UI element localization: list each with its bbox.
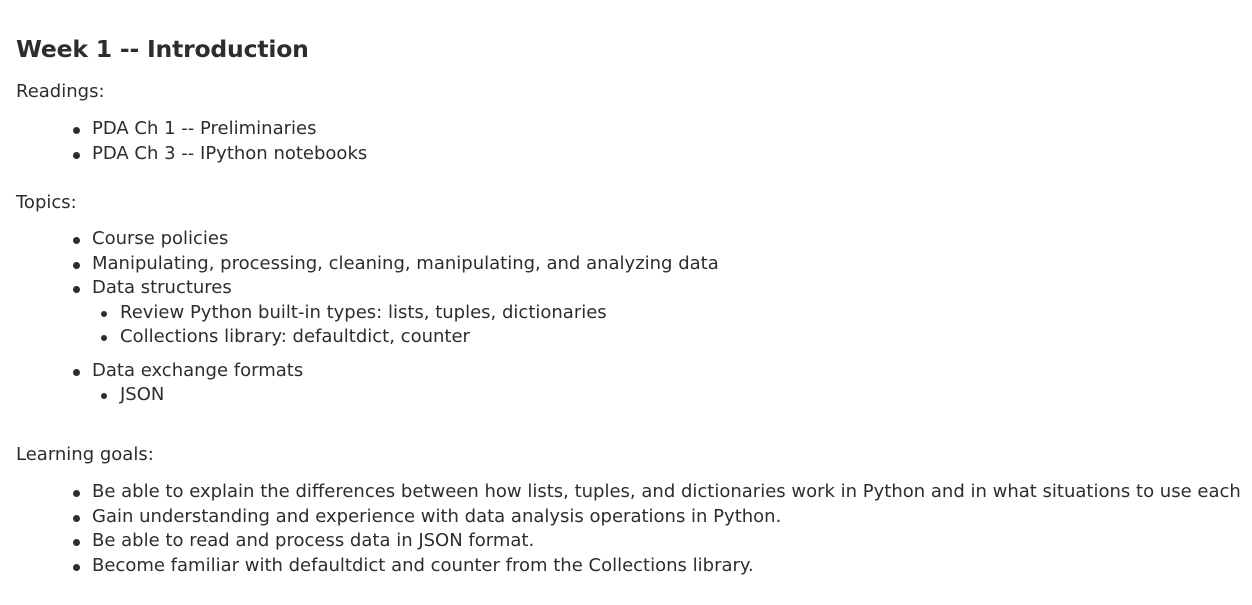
list-item: Be able to read and process data in JSON… [70,529,1241,554]
list-item-text: Data structures [92,277,232,298]
list-item: Course policies [70,227,719,252]
sublist: Review Python built-in types: lists, tup… [92,301,719,350]
sublist-item: Collections library: defaultdict, counte… [98,325,719,350]
list-item: Become familiar with defaultdict and cou… [70,554,1241,579]
page-title: Week 1 -- Introduction [16,35,309,63]
list-item: PDA Ch 1 -- Preliminaries [70,117,367,142]
sublist: JSON [92,383,719,408]
list-item-text: Course policies [92,228,229,249]
sublist-item: JSON [98,383,719,408]
sublist-item: Review Python built-in types: lists, tup… [98,301,719,326]
topics-label: Topics: [16,192,77,213]
list-item: Be able to explain the differences betwe… [70,480,1241,505]
readings-label: Readings: [16,81,105,102]
list-item: Manipulating, processing, cleaning, mani… [70,252,719,277]
learning-goals-list: Be able to explain the differences betwe… [70,480,1241,578]
readings-list: PDA Ch 1 -- Preliminaries PDA Ch 3 -- IP… [70,117,367,166]
list-item: Data structures Review Python built-in t… [70,276,719,350]
topics-list: Course policies Manipulating, processing… [70,227,719,408]
page: Week 1 -- Introduction Readings: PDA Ch … [0,0,1252,605]
list-item: Gain understanding and experience with d… [70,505,1241,530]
learning-goals-label: Learning goals: [16,444,154,465]
list-item: Data exchange formats JSON [70,359,719,408]
list-item: PDA Ch 3 -- IPython notebooks [70,142,367,167]
list-item-text: Manipulating, processing, cleaning, mani… [92,252,719,274]
list-item-text: Data exchange formats [92,359,304,381]
